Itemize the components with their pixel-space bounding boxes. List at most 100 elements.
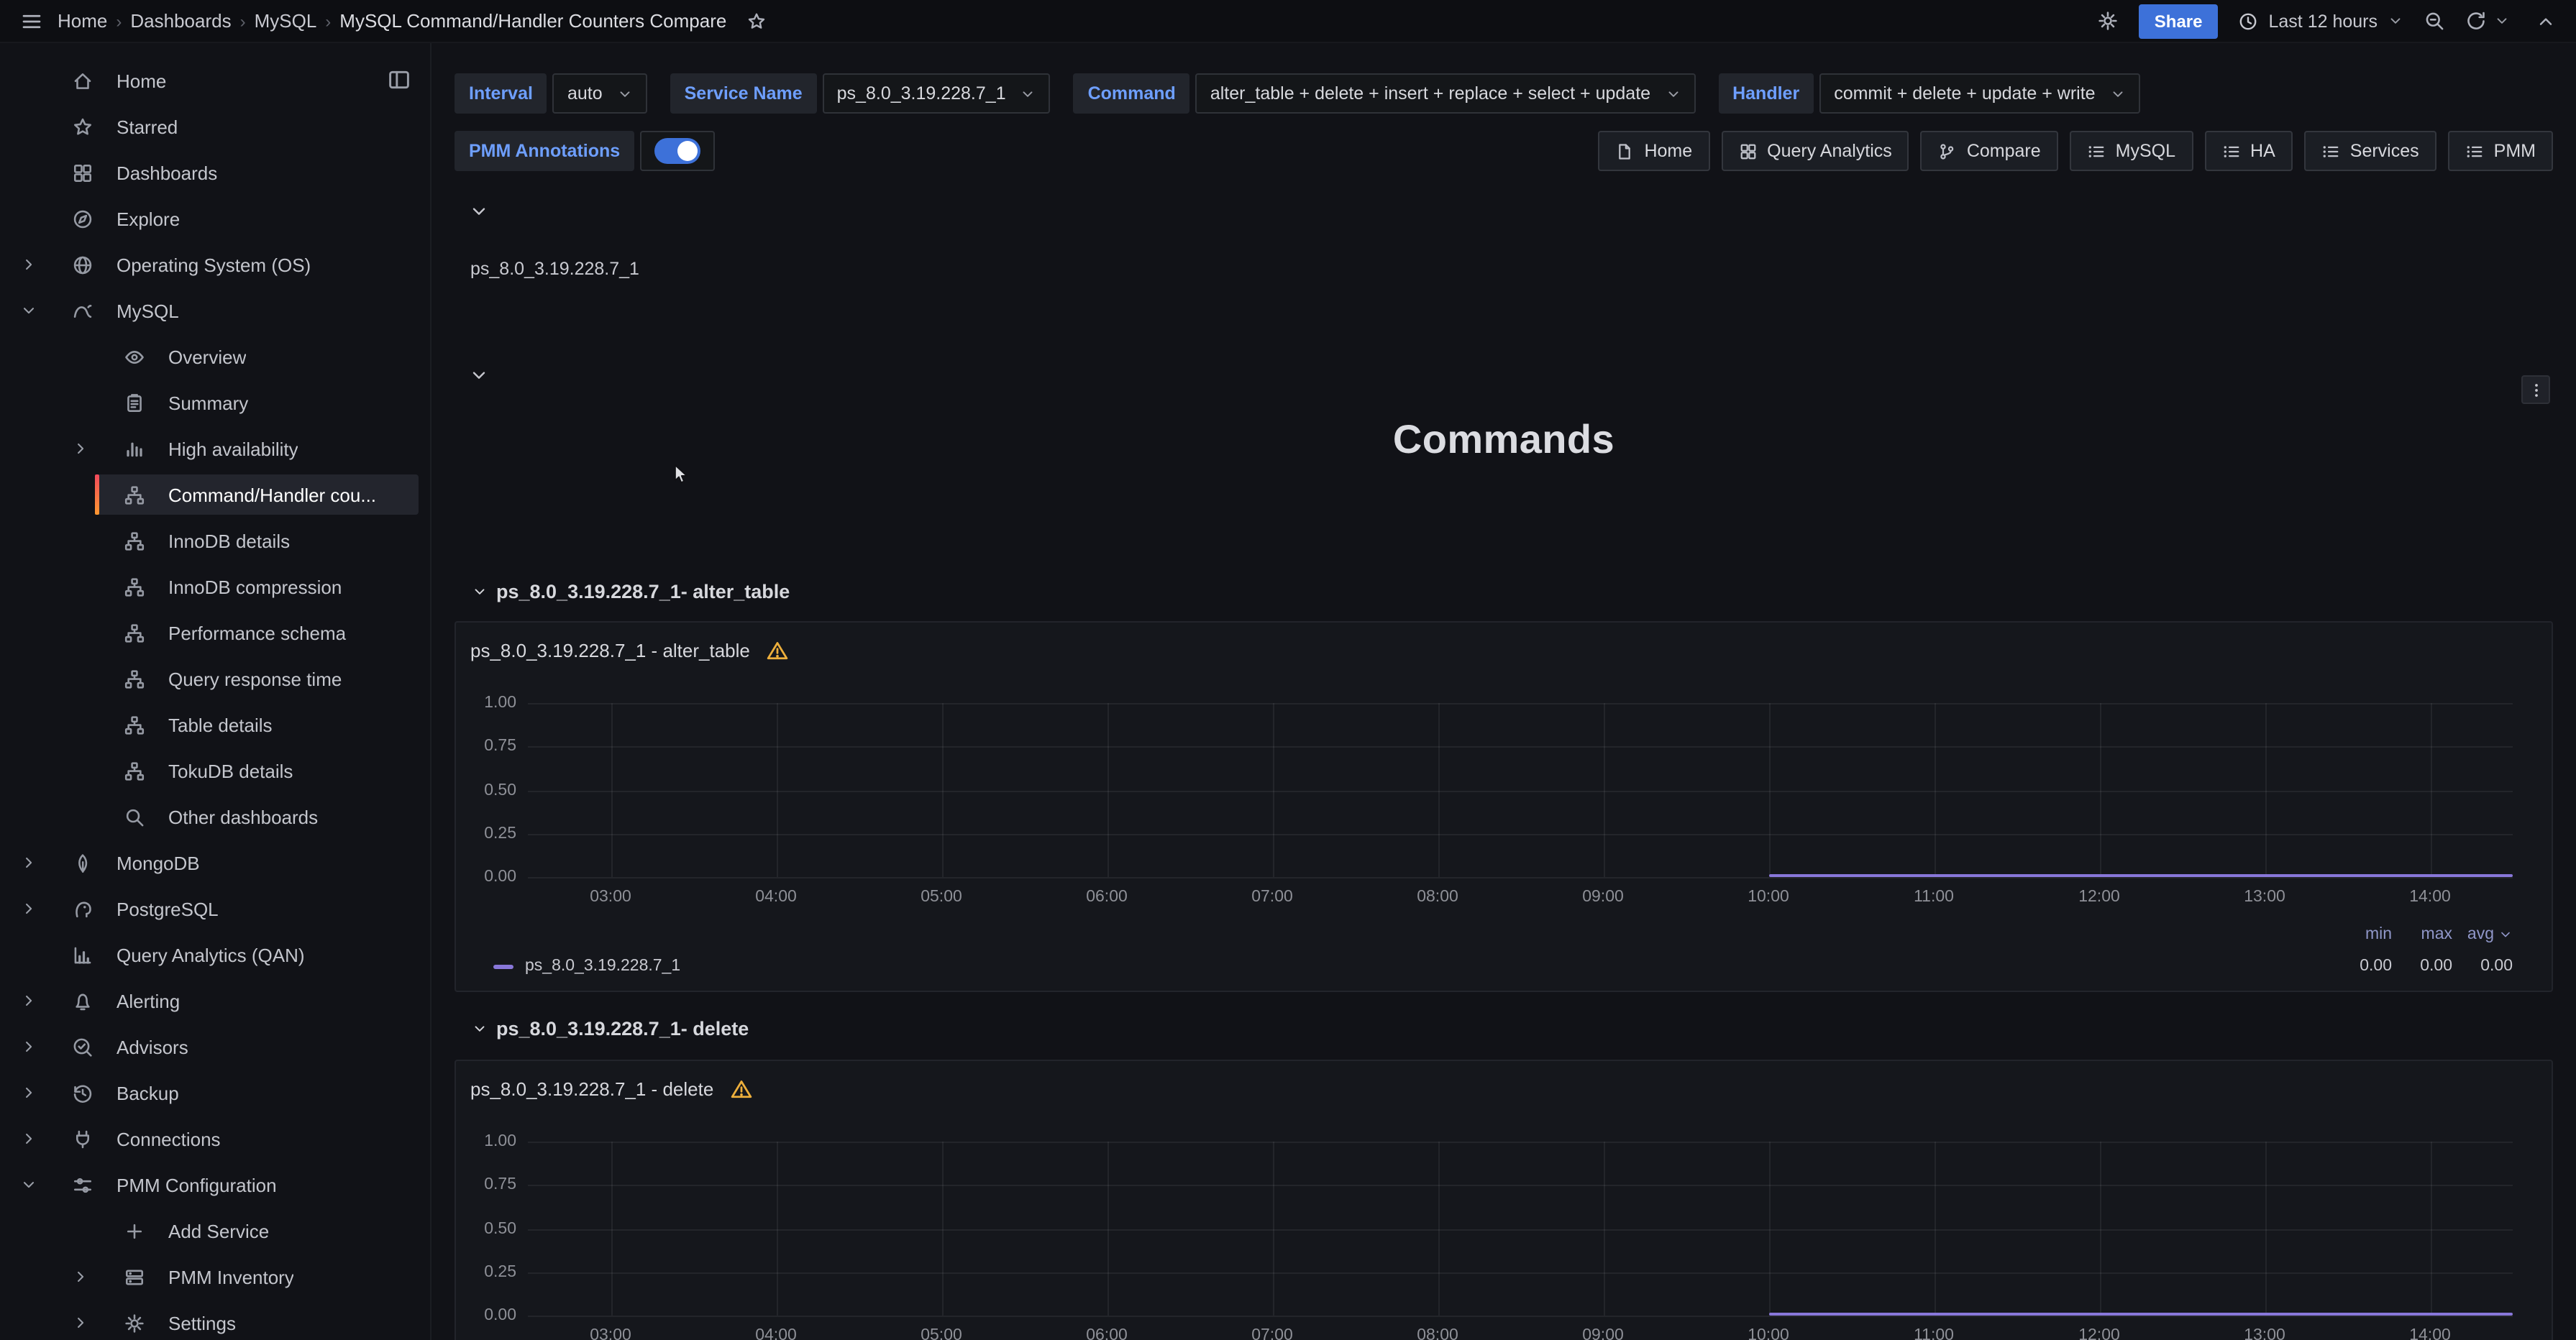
zoom-out-icon[interactable]: [2424, 10, 2445, 32]
chevron-down-icon[interactable]: [469, 201, 489, 221]
sidebar-item-overview[interactable]: Overview: [0, 334, 430, 380]
sidebar-item-command-handler-cou[interactable]: Command/Handler cou...: [0, 472, 430, 518]
breadcrumb-item-mysql[interactable]: MySQL: [255, 10, 317, 32]
sidebar-item-label: Add Service: [168, 1220, 269, 1242]
refresh-icon[interactable]: [2465, 10, 2487, 32]
chevron-up-icon[interactable]: [2536, 11, 2556, 31]
legend-stat-header-avg[interactable]: avg: [2452, 926, 2513, 943]
quick-link-query-analytics[interactable]: Query Analytics: [1721, 131, 1909, 171]
sidebar-item-settings[interactable]: Settings: [0, 1300, 430, 1340]
row-header-alter-table[interactable]: ps_8.0_3.19.228.7_1- alter_table: [472, 581, 790, 602]
sidebar-item-tokudb-details[interactable]: TokuDB details: [0, 748, 430, 794]
breadcrumb-separator: ›: [325, 11, 331, 31]
sidebar-item-dashboards[interactable]: Dashboards: [0, 150, 430, 196]
warning-icon[interactable]: [731, 1078, 752, 1100]
breadcrumb-item-mysql-command-handler-counters-compare[interactable]: MySQL Command/Handler Counters Compare: [339, 10, 726, 32]
time-range-picker[interactable]: Last 12 hours: [2239, 11, 2404, 31]
sidebar-item-home[interactable]: Home: [0, 58, 430, 104]
expand-toggle[interactable]: [66, 1308, 95, 1337]
filter-handler: Handlercommit + delete + update + write: [1718, 73, 2140, 114]
filter-value-dropdown[interactable]: ps_8.0_3.19.228.7_1: [823, 73, 1051, 114]
expand-toggle[interactable]: [66, 434, 95, 463]
filter-value: ps_8.0_3.19.228.7_1: [837, 83, 1006, 104]
expand-toggle[interactable]: [14, 1124, 43, 1153]
quick-link-compare[interactable]: Compare: [1921, 131, 2058, 171]
chevron-down-icon[interactable]: [469, 365, 489, 385]
expander-spacer: [66, 342, 95, 371]
sidebar-item-backup[interactable]: Backup: [0, 1070, 430, 1116]
quick-link-mysql[interactable]: MySQL: [2070, 131, 2193, 171]
sidebar-item-summary[interactable]: Summary: [0, 380, 430, 426]
share-button[interactable]: Share: [2139, 4, 2219, 38]
expand-toggle[interactable]: [14, 894, 43, 923]
toggle-switch[interactable]: [654, 138, 700, 164]
sidebar-item-label: Query response time: [168, 668, 342, 689]
gridline: [1438, 703, 1439, 877]
legend-stat-values: 0.000.000.00: [2331, 958, 2513, 975]
sidebar-item-other-dashboards[interactable]: Other dashboards: [0, 794, 430, 840]
quick-link-home[interactable]: Home: [1598, 131, 1709, 171]
sidebar-item-performance-schema[interactable]: Performance schema: [0, 610, 430, 656]
sidebar-item-query-analytics-qan[interactable]: Query Analytics (QAN): [0, 932, 430, 978]
x-tick-label: 03:00: [590, 889, 631, 906]
plot-area[interactable]: [528, 703, 2513, 877]
star-icon[interactable]: [746, 11, 767, 31]
panel-header[interactable]: ps_8.0_3.19.228.7_1 - alter_table: [470, 640, 789, 661]
sidebar-item-explore[interactable]: Explore: [0, 196, 430, 242]
dock-icon[interactable]: [387, 68, 411, 92]
legend-stat-header-max[interactable]: max: [2392, 926, 2452, 943]
filter-value-dropdown[interactable]: auto: [553, 73, 647, 114]
chevron-down-icon[interactable]: [2494, 13, 2510, 29]
sidebar-item-table-details[interactable]: Table details: [0, 702, 430, 748]
sidebar-item-postgresql[interactable]: PostgreSQL: [0, 886, 430, 932]
expand-toggle[interactable]: [66, 1262, 95, 1291]
sidebar-item-pmm-configuration[interactable]: PMM Configuration: [0, 1162, 430, 1208]
chevron-right-icon: [20, 1038, 37, 1055]
sidebar-item-mongodb[interactable]: MongoDB: [0, 840, 430, 886]
sidebar-item-advisors[interactable]: Advisors: [0, 1024, 430, 1070]
quick-link-label: Home: [1644, 141, 1692, 161]
sidebar-item-high-availability[interactable]: High availability: [0, 426, 430, 472]
expand-toggle[interactable]: [14, 296, 43, 325]
quick-link-services[interactable]: Services: [2304, 131, 2436, 171]
sidebar-item-alerting[interactable]: Alerting: [0, 978, 430, 1024]
expand-toggle[interactable]: [14, 1032, 43, 1061]
row-header-delete[interactable]: ps_8.0_3.19.228.7_1- delete: [472, 1018, 749, 1040]
panel-header[interactable]: ps_8.0_3.19.228.7_1 - delete: [470, 1078, 752, 1100]
y-tick-label: 0.50: [484, 781, 516, 799]
sitemap-icon: [124, 622, 145, 643]
expand-toggle[interactable]: [14, 1170, 43, 1199]
expand-toggle[interactable]: [14, 848, 43, 877]
sidebar-item-innodb-compression[interactable]: InnoDB compression: [0, 564, 430, 610]
filter-value-dropdown[interactable]: alter_table + delete + insert + replace …: [1196, 73, 1695, 114]
expand-toggle[interactable]: [14, 986, 43, 1015]
quick-link-ha[interactable]: HA: [2204, 131, 2293, 171]
expand-toggle[interactable]: [14, 250, 43, 279]
breadcrumb-item-home[interactable]: Home: [58, 10, 107, 32]
panel-menu-button[interactable]: [2521, 375, 2550, 404]
y-axis: 1.000.750.500.250.00: [456, 703, 519, 877]
breadcrumb-item-dashboards[interactable]: Dashboards: [130, 10, 231, 32]
sidebar-item-innodb-details[interactable]: InnoDB details: [0, 518, 430, 564]
sidebar-item-add-service[interactable]: Add Service: [0, 1208, 430, 1254]
pmm-annotations-toggle[interactable]: [640, 131, 715, 171]
sidebar-item-pmm-inventory[interactable]: PMM Inventory: [0, 1254, 430, 1300]
menu-icon[interactable]: [20, 9, 43, 32]
legend-stat-header-min[interactable]: min: [2331, 926, 2392, 943]
sidebar-item-connections[interactable]: Connections: [0, 1116, 430, 1162]
gear-icon[interactable]: [2097, 10, 2119, 32]
y-tick-label: 0.00: [484, 868, 516, 886]
server-icon: [124, 1266, 145, 1288]
gridline: [528, 747, 2513, 748]
filter-value-dropdown[interactable]: commit + delete + update + write: [1819, 73, 2139, 114]
sidebar-item-label: Settings: [168, 1312, 236, 1334]
legend-series[interactable]: ps_8.0_3.19.228.7_1: [493, 958, 680, 975]
warning-icon[interactable]: [767, 640, 789, 661]
quick-link-pmm[interactable]: PMM: [2448, 131, 2553, 171]
sidebar-item-query-response-time[interactable]: Query response time: [0, 656, 430, 702]
plot-area[interactable]: [528, 1142, 2513, 1316]
sidebar-item-mysql[interactable]: MySQL: [0, 288, 430, 334]
expand-toggle[interactable]: [14, 1078, 43, 1107]
sidebar-item-operating-system-os[interactable]: Operating System (OS): [0, 242, 430, 288]
sidebar-item-starred[interactable]: Starred: [0, 104, 430, 150]
